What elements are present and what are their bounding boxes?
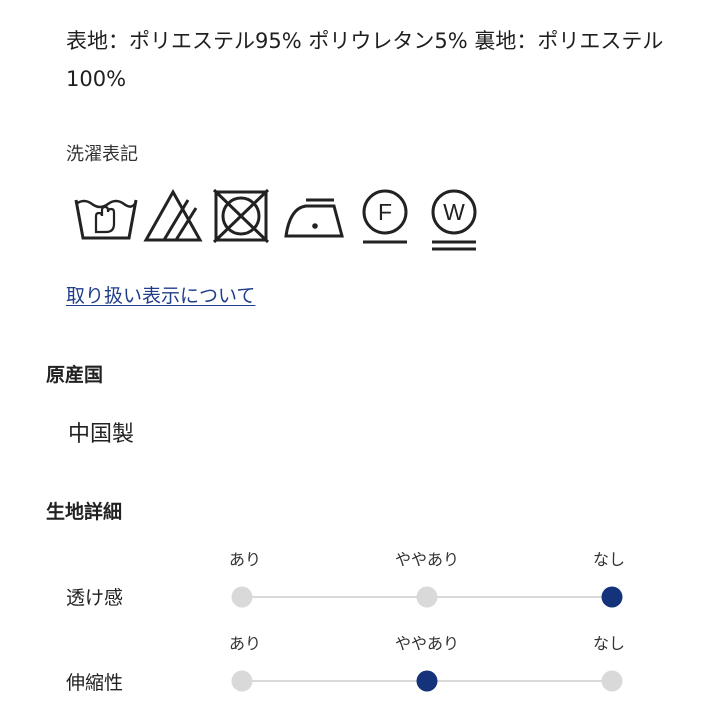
scale-dot [231,670,253,692]
material-composition: 表地：ポリエステル95% ポリウレタン5% 裏地：ポリエステル100% [66,29,664,91]
svg-text:F: F [378,199,392,225]
hand-wash-icon [74,199,138,240]
scale-option-label: あり [228,634,262,653]
care-label-link[interactable]: 取り扱い表示について [66,281,255,308]
care-label-heading: 洗濯表記 [66,144,138,165]
scale-option-label: ややあり [394,550,460,569]
scale-row-label: 伸縮性 [66,672,124,694]
scale-dot [416,586,438,608]
no-tumble-dry-icon [212,188,270,244]
origin-section-title: 原産国 [46,364,104,386]
scale-option-label: なし [592,550,626,569]
scale-dot [601,670,623,692]
origin-value: 中国製 [68,422,135,447]
fabric-section-title: 生地詳細 [46,501,123,523]
scale-option-label: ややあり [394,634,460,653]
iron-low-icon [284,198,344,238]
svg-text:W: W [443,199,465,225]
dry-clean-f-icon: F [362,189,408,244]
scale-dot [601,586,623,608]
scale-row-label: 透け感 [66,587,124,609]
care-icons: F W [72,186,492,256]
no-bleach-icon [143,188,203,242]
scale-dot [231,586,253,608]
scale-option-label: あり [228,550,262,569]
wet-clean-w-icon: W [431,189,477,251]
scale-dot [416,670,438,692]
scale-option-label: なし [592,634,626,653]
